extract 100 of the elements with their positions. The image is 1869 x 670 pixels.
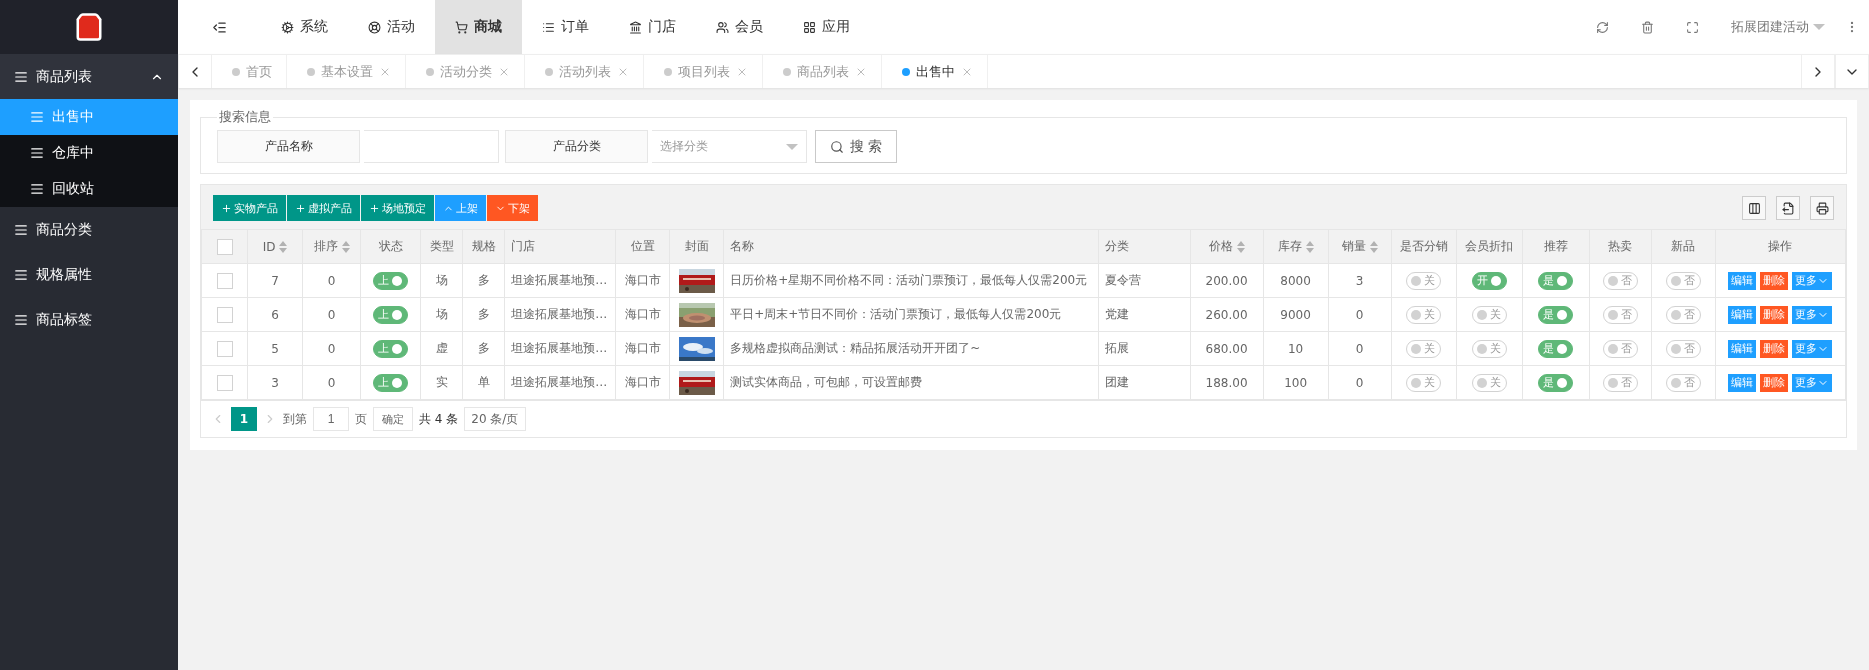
edit-button[interactable]: 编辑 (1728, 305, 1757, 324)
page-tab[interactable]: 活动分类 (406, 55, 525, 88)
toggle-switch[interactable]: 否 (1602, 305, 1638, 324)
toggle-switch[interactable]: 关 (1406, 373, 1442, 392)
table-cell: 坦途拓展基地预… (511, 375, 608, 389)
toggle-switch[interactable]: 否 (1602, 271, 1638, 290)
toggle-switch[interactable]: 上 (373, 339, 409, 358)
toggle-switch[interactable]: 上 (373, 271, 409, 290)
user-menu[interactable]: 拓展团建活动 (1715, 0, 1835, 54)
toggle-switch[interactable]: 关 (1471, 305, 1507, 324)
sidebar-item[interactable]: 商品列表 (0, 54, 178, 99)
sort-icon[interactable] (341, 240, 350, 253)
sidebar-item[interactable]: 商品分类 (0, 207, 178, 252)
column-header: 规格 (471, 238, 496, 255)
sidebar-item[interactable]: 规格属性 (0, 252, 178, 297)
sidebar-subitem[interactable]: 仓库中 (0, 135, 178, 171)
sidebar-subitem[interactable]: 回收站 (0, 171, 178, 207)
scroll-right-button[interactable] (1801, 55, 1835, 88)
nav-tab[interactable]: 门店 (609, 0, 696, 54)
checkbox[interactable] (216, 306, 233, 323)
plus-icon (221, 202, 232, 214)
input-field[interactable] (364, 130, 499, 163)
table-cell: 多规格虚拟商品测试：精品拓展活动开开团了~ (730, 341, 981, 355)
page-tab[interactable]: 活动列表 (525, 55, 644, 88)
table-cell: 0 (327, 375, 336, 390)
toggle-switch[interactable]: 否 (1602, 373, 1638, 392)
toggle-switch[interactable]: 关 (1406, 271, 1442, 290)
search-button[interactable]: 搜 索 (815, 130, 898, 163)
page-tab[interactable]: 项目列表 (644, 55, 763, 88)
nav-tab[interactable]: 系统 (261, 0, 348, 54)
delete-button[interactable]: 删除 (1760, 339, 1789, 358)
page-tab[interactable]: 首页 (212, 55, 287, 88)
toolbar-button[interactable]: 实物产品 (213, 195, 286, 221)
toggle-switch[interactable]: 是 (1538, 339, 1574, 358)
page-tab[interactable]: 商品列表 (763, 55, 882, 88)
edit-button[interactable]: 编辑 (1728, 339, 1757, 358)
confirm-button[interactable]: 确定 (373, 407, 413, 431)
toggle-switch[interactable]: 是 (1538, 373, 1574, 392)
fullscreen-icon[interactable] (1686, 20, 1699, 34)
nav-tab[interactable]: 活动 (348, 0, 435, 54)
toolbar-button[interactable]: 场地预定 (361, 195, 434, 221)
bank-icon (629, 20, 642, 34)
toggle-switch[interactable]: 否 (1665, 271, 1701, 290)
sidebar-subitem[interactable]: 出售中 (0, 99, 178, 135)
columns-button[interactable] (1742, 196, 1766, 220)
more-button[interactable]: 更多 (1792, 305, 1833, 324)
toggle-switch[interactable]: 上 (373, 373, 409, 392)
toggle-switch[interactable]: 开 (1471, 271, 1507, 290)
toolbar-button[interactable]: 虚拟产品 (287, 195, 360, 221)
sort-icon[interactable] (1369, 240, 1378, 253)
toggle-switch[interactable]: 是 (1538, 305, 1574, 324)
more-button[interactable]: 更多 (1792, 271, 1833, 290)
refresh-icon[interactable] (1596, 20, 1609, 34)
delete-button[interactable]: 删除 (1760, 305, 1789, 324)
trash-icon[interactable] (1641, 20, 1654, 34)
delete-button[interactable]: 删除 (1760, 373, 1789, 392)
export-button[interactable] (1776, 196, 1800, 220)
page-tab[interactable]: 基本设置 (287, 55, 406, 88)
toggle-switch[interactable]: 否 (1665, 305, 1701, 324)
table-cell: 夏令营 (1105, 273, 1142, 287)
scroll-left-button[interactable] (178, 55, 212, 88)
menu-icon (14, 267, 28, 282)
toggle-switch[interactable]: 关 (1471, 339, 1507, 358)
toggle-switch[interactable]: 关 (1471, 373, 1507, 392)
column-header: 名称 (730, 238, 755, 255)
toolbar-button[interactable]: 上架 (435, 195, 486, 221)
toggle-switch[interactable]: 否 (1665, 373, 1701, 392)
nav-tab[interactable]: 应用 (783, 0, 870, 54)
printer-icon (1815, 201, 1829, 215)
toggle-switch[interactable]: 是 (1538, 271, 1574, 290)
nav-tab[interactable]: 会员 (696, 0, 783, 54)
sort-icon[interactable] (1305, 240, 1314, 253)
tabs-menu-button[interactable] (1835, 55, 1869, 88)
edit-button[interactable]: 编辑 (1728, 373, 1757, 392)
checkbox[interactable] (216, 272, 233, 289)
toggle-switch[interactable]: 否 (1665, 339, 1701, 358)
more-button[interactable]: 更多 (1792, 373, 1833, 392)
sort-icon[interactable] (1236, 240, 1245, 253)
checkbox[interactable] (216, 238, 233, 255)
page-number[interactable]: 1 (231, 407, 257, 431)
table-cell: 党建 (1105, 307, 1130, 321)
more-button[interactable]: 更多 (1792, 339, 1833, 358)
category-select[interactable]: 选择分类 (652, 130, 807, 163)
sort-icon[interactable] (279, 240, 288, 253)
sidebar-item[interactable]: 商品标签 (0, 297, 178, 342)
toggle-switch[interactable]: 上 (373, 305, 409, 324)
page-size-select[interactable]: 20 条/页 (464, 407, 527, 431)
toolbar-button[interactable]: 下架 (487, 195, 538, 221)
checkbox[interactable] (216, 374, 233, 391)
print-button[interactable] (1810, 196, 1834, 220)
toggle-switch[interactable]: 否 (1602, 339, 1638, 358)
page-input[interactable]: 1 (313, 407, 349, 431)
edit-button[interactable]: 编辑 (1728, 271, 1757, 290)
delete-button[interactable]: 删除 (1760, 271, 1789, 290)
nav-tab[interactable]: 商城 (435, 0, 522, 54)
page-tab[interactable]: 出售中 (882, 55, 988, 88)
checkbox[interactable] (216, 340, 233, 357)
toggle-switch[interactable]: 关 (1406, 305, 1442, 324)
nav-tab[interactable]: 订单 (522, 0, 609, 54)
toggle-switch[interactable]: 关 (1406, 339, 1442, 358)
